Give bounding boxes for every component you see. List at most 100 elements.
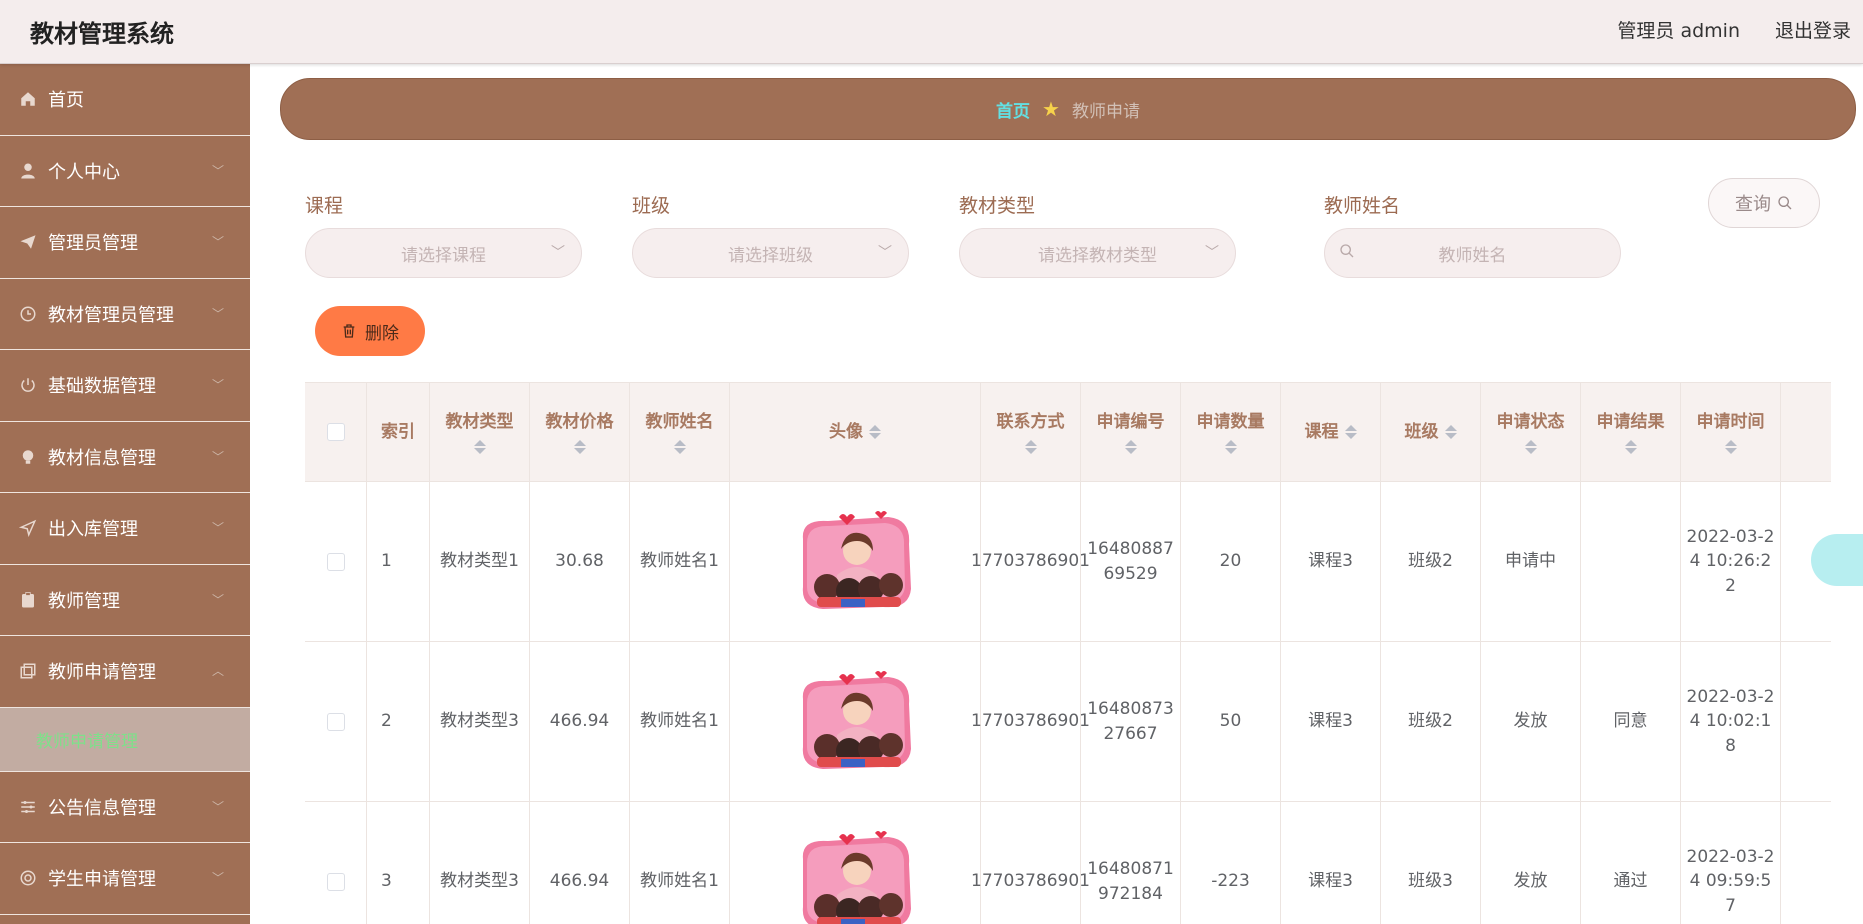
column-header-teacher[interactable]: 教师姓名 <box>630 383 730 481</box>
column-header-status[interactable]: 申请状态 <box>1481 383 1581 481</box>
cell-type: 教材类型1 <box>430 482 530 641</box>
sliders-icon <box>18 797 38 817</box>
sidebar-subitem-teacher-application[interactable]: 教师申请管理 <box>0 707 250 772</box>
cell-time: 2022-03-24 10:02:18 <box>1681 642 1781 801</box>
row-checkbox[interactable] <box>326 872 345 891</box>
chevron-down-icon: ﹀ <box>878 245 892 261</box>
cell-qty: -223 <box>1181 802 1281 924</box>
course-select-placeholder: 请选择课程 <box>401 245 486 266</box>
sidebar-item-notice-management[interactable]: 公告信息管理 ﹀ <box>0 772 250 843</box>
copy-icon <box>18 661 38 681</box>
cell-phone: 17703786901 <box>971 482 1090 641</box>
cell-price: 466.94 <box>530 802 630 924</box>
sidebar: 首页 个人中心 ﹀ 管理员管理 ﹀ 教材管理员管理 ﹀ 基础数据管理 ﹀ 教材信… <box>0 64 250 924</box>
cell-index: 2 <box>367 642 430 801</box>
cell-avatar <box>730 482 981 641</box>
sidebar-item-label: 教师申请管理 <box>48 662 156 684</box>
column-header-result[interactable]: 申请结果 <box>1581 383 1681 481</box>
column-header-type[interactable]: 教材类型 <box>430 383 530 481</box>
column-header-apply-no[interactable]: 申请编号 <box>1081 383 1181 481</box>
select-all-cell <box>305 383 367 481</box>
logout-link[interactable]: 退出登录 <box>1775 16 1851 43</box>
chevron-down-icon: ﹀ <box>211 521 224 535</box>
table-row: 2 教材类型3 466.94 教师姓名1 17703786901 1648087… <box>305 642 1831 802</box>
cell-course: 课程3 <box>1281 802 1381 924</box>
cell-phone: 17703786901 <box>971 642 1090 801</box>
sidebar-item-home[interactable]: 首页 <box>0 64 250 136</box>
cell-apply-no: 16480871972184 <box>1081 802 1181 924</box>
app-title: 教材管理系统 <box>30 20 174 48</box>
cell-teacher: 教师姓名1 <box>630 802 730 924</box>
row-checkbox[interactable] <box>326 712 345 731</box>
sidebar-item-admin-management[interactable]: 管理员管理 ﹀ <box>0 207 250 279</box>
column-header-time[interactable]: 申请时间 <box>1681 383 1781 481</box>
table-row: 1 教材类型1 30.68 教师姓名1 17703786901 16480887… <box>305 482 1831 642</box>
sidebar-item-student-application-management[interactable]: 学生申请管理 ﹀ <box>0 843 250 915</box>
textbook-type-select[interactable]: 请选择教材类型 ﹀ <box>959 228 1236 278</box>
main-content: 课程 请选择课程 ﹀ 班级 请选择班级 ﹀ 教材类型 请选择教材类型 ﹀ 教师姓… <box>280 152 1863 924</box>
cell-type: 教材类型3 <box>430 642 530 801</box>
send-icon <box>18 518 38 538</box>
column-header-class[interactable]: 班级 <box>1381 383 1481 481</box>
breadcrumb-home-link[interactable]: 首页 <box>996 97 1030 122</box>
chevron-up-icon: ︿ <box>211 664 224 678</box>
cell-actions <box>1781 802 1831 924</box>
sort-icon <box>573 440 586 455</box>
column-header-course[interactable]: 课程 <box>1281 383 1381 481</box>
column-header-price[interactable]: 教材价格 <box>530 383 630 481</box>
application-table: 索引 教材类型 教材价格 教师姓名 头像 联系方式 申请编号 申请数量 课程 班… <box>305 382 1831 924</box>
admin-user-label: 管理员 admin <box>1617 20 1740 42</box>
cell-time: 2022-03-24 09:59:57 <box>1681 802 1781 924</box>
cell-index: 1 <box>367 482 430 641</box>
column-header-qty[interactable]: 申请数量 <box>1181 383 1281 481</box>
floating-action-button[interactable] <box>1811 534 1863 586</box>
cell-avatar <box>730 642 981 801</box>
course-select[interactable]: 请选择课程 ﹀ <box>305 228 582 278</box>
column-header-avatar[interactable]: 头像 <box>730 383 981 481</box>
column-header-label: 申请结果 <box>1596 411 1665 432</box>
class-select[interactable]: 请选择班级 ﹀ <box>632 228 909 278</box>
chevron-down-icon: ﹀ <box>211 871 224 885</box>
delete-button[interactable]: 删除 <box>315 306 425 356</box>
table-row: 3 教材类型3 466.94 教师姓名1 17703786901 1648087… <box>305 802 1831 924</box>
cell-price: 30.68 <box>530 482 630 641</box>
paper-plane-icon <box>18 232 38 252</box>
sort-icon <box>673 440 686 455</box>
chevron-down-icon: ﹀ <box>211 235 224 249</box>
cell-course: 课程3 <box>1281 642 1381 801</box>
row-select-cell <box>305 802 367 924</box>
cell-status: 发放 <box>1481 802 1581 924</box>
sidebar-item-teacher-application-management[interactable]: 教师申请管理 ︿ <box>0 636 250 708</box>
column-header-label: 课程 <box>1304 421 1339 442</box>
cell-result: 同意 <box>1581 642 1681 801</box>
column-header-label: 申请编号 <box>1096 411 1165 432</box>
user-icon <box>18 161 38 181</box>
query-button[interactable]: 查询 <box>1708 178 1820 228</box>
cell-phone: 17703786901 <box>971 802 1090 924</box>
sidebar-item-basic-data-management[interactable]: 基础数据管理 ﹀ <box>0 350 250 422</box>
sidebar-item-personal-center[interactable]: 个人中心 ﹀ <box>0 136 250 207</box>
cell-qty: 20 <box>1181 482 1281 641</box>
teacher-name-input[interactable]: 教师姓名 <box>1324 228 1621 278</box>
column-header-label: 联系方式 <box>996 411 1065 432</box>
breadcrumb-current: 教师申请 <box>1071 101 1140 122</box>
cell-actions <box>1781 642 1831 801</box>
cell-time: 2022-03-24 10:26:22 <box>1681 482 1781 641</box>
sidebar-item-textbook-info-management[interactable]: 教材信息管理 ﹀ <box>0 422 250 493</box>
column-header-label: 教材类型 <box>445 411 514 432</box>
sidebar-item-textbook-admin-management[interactable]: 教材管理员管理 ﹀ <box>0 279 250 350</box>
teacher-name-placeholder: 教师姓名 <box>1438 245 1507 266</box>
select-all-checkbox[interactable] <box>326 423 345 441</box>
avatar-image <box>802 670 911 769</box>
sidebar-item-label: 学生申请管理 <box>48 869 156 891</box>
cell-result: 通过 <box>1581 802 1681 924</box>
sidebar-item-teacher-management[interactable]: 教师管理 ﹀ <box>0 565 250 636</box>
sidebar-item-stock-management[interactable]: 出入库管理 ﹀ <box>0 493 250 565</box>
column-header-phone[interactable]: 联系方式 <box>981 383 1081 481</box>
column-header-label: 教材价格 <box>545 411 614 432</box>
cell-index: 3 <box>367 802 430 924</box>
top-header: 教材管理系统 管理员 admin 退出登录 <box>0 0 1863 64</box>
row-select-cell <box>305 482 367 641</box>
row-checkbox[interactable] <box>326 552 345 571</box>
power-icon <box>18 375 38 395</box>
